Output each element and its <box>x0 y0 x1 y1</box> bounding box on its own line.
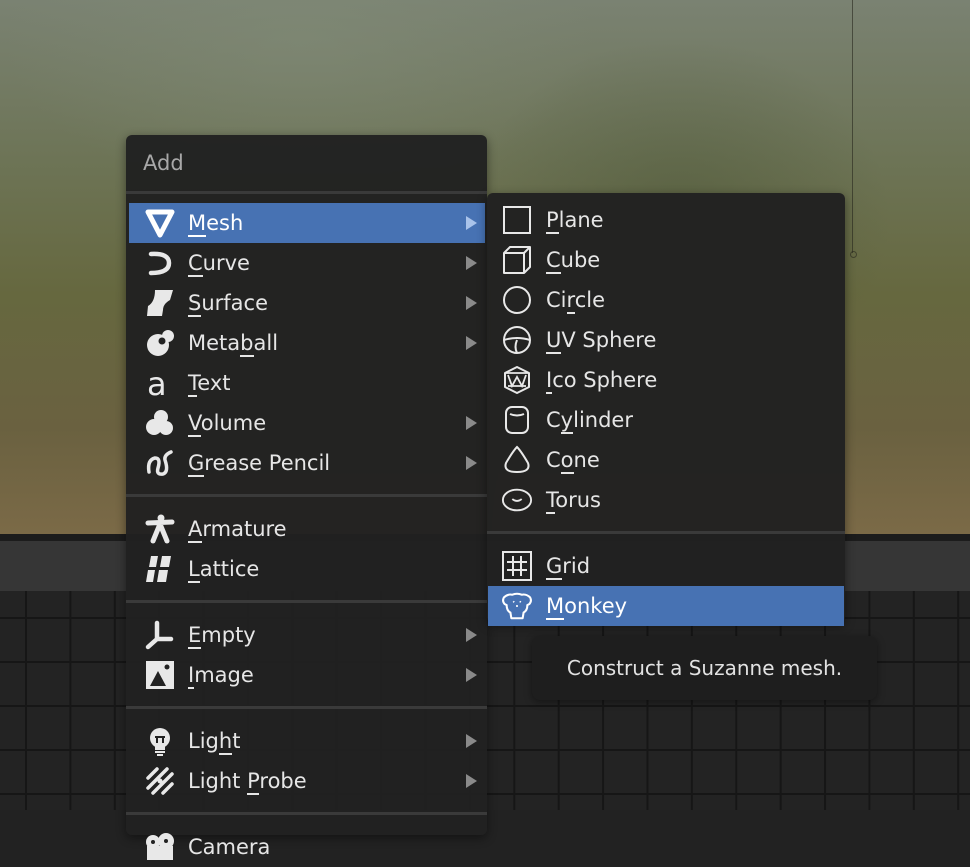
add-menu-item-camera[interactable]: Camera <box>129 827 485 867</box>
submenu-arrow-icon <box>466 256 477 270</box>
grid-icon <box>501 550 533 582</box>
menu-item-label: Cube <box>546 248 601 274</box>
image-icon <box>144 659 176 691</box>
add-menu-item-lattice[interactable]: Lattice <box>129 549 485 589</box>
menu-item-label: Camera <box>188 835 271 859</box>
camera-icon <box>144 831 176 863</box>
cube-icon <box>501 244 533 276</box>
text-icon: a <box>144 367 176 399</box>
menu-item-label: Lattice <box>188 557 260 583</box>
uv-sphere-icon <box>501 324 533 356</box>
plane-icon <box>501 204 533 236</box>
mesh-icon <box>144 207 176 239</box>
submenu-arrow-icon <box>466 628 477 642</box>
submenu-arrow-icon <box>466 296 477 310</box>
mesh-submenu-item-circle[interactable]: Circle <box>488 280 844 320</box>
add-menu-item-grease-pencil[interactable]: Grease Pencil <box>129 443 485 483</box>
add-menu-item-empty[interactable]: Empty <box>129 615 485 655</box>
submenu-arrow-icon <box>466 456 477 470</box>
menu-item-label: Light Probe <box>188 769 307 795</box>
add-menu-item-mesh[interactable]: Mesh <box>129 203 485 243</box>
add-menu-item-text[interactable]: a Text <box>129 363 485 403</box>
add-menu-item-armature[interactable]: Armature <box>129 509 485 549</box>
tooltip: Construct a Suzanne mesh. <box>532 636 877 700</box>
add-menu-item-metaball[interactable]: Metaball <box>129 323 485 363</box>
volume-icon <box>144 407 176 439</box>
circle-icon <box>501 284 533 316</box>
add-menu-item-light[interactable]: Light <box>129 721 485 761</box>
menu-item-label: UV Sphere <box>546 328 657 354</box>
grease-pencil-icon <box>144 447 176 479</box>
submenu-arrow-icon <box>466 216 477 230</box>
menu-item-label: Text <box>188 371 231 397</box>
mesh-submenu-item-monkey[interactable]: Monkey <box>488 586 844 626</box>
metaball-icon <box>144 327 176 359</box>
cylinder-icon <box>501 404 533 436</box>
menu-item-label: Plane <box>546 208 604 234</box>
add-menu: Add Mesh Curve Surface Metaball a Text Volume G… <box>126 135 487 860</box>
add-menu-item-volume[interactable]: Volume <box>129 403 485 443</box>
menu-item-label: Metaball <box>188 331 279 357</box>
menu-item-label: Surface <box>188 291 269 317</box>
menu-item-label: Armature <box>188 517 287 543</box>
mesh-submenu-item-cylinder[interactable]: Cylinder <box>488 400 844 440</box>
menu-item-label: Ico Sphere <box>546 368 658 394</box>
menu-title: Add <box>143 151 184 175</box>
menu-item-label: Grid <box>546 554 591 580</box>
empty-icon <box>144 619 176 651</box>
svg-text:a: a <box>147 368 167 398</box>
menu-item-label: Light <box>188 729 241 755</box>
torus-icon <box>501 484 533 516</box>
mesh-submenu-item-cone[interactable]: Cone <box>488 440 844 480</box>
tooltip-text: Construct a Suzanne mesh. <box>566 656 843 680</box>
submenu-arrow-icon <box>466 336 477 350</box>
submenu-arrow-icon <box>466 668 477 682</box>
viewport-guide-line <box>852 0 853 253</box>
add-menu-item-surface[interactable]: Surface <box>129 283 485 323</box>
submenu-arrow-icon <box>466 734 477 748</box>
menu-item-label: Torus <box>546 488 601 514</box>
monkey-icon <box>501 590 533 622</box>
add-menu-item-image[interactable]: Image <box>129 655 485 695</box>
menu-item-label: Cone <box>546 448 600 474</box>
add-menu-item-light-probe[interactable]: Light Probe <box>129 761 485 801</box>
menu-item-label: Cylinder <box>546 408 633 434</box>
armature-icon <box>144 513 176 545</box>
mesh-submenu-item-torus[interactable]: Torus <box>488 480 844 520</box>
mesh-submenu-item-cube[interactable]: Cube <box>488 240 844 280</box>
mesh-submenu-item-uv-sphere[interactable]: UV Sphere <box>488 320 844 360</box>
menu-item-label: Image <box>188 663 254 689</box>
menu-item-label: Curve <box>188 251 250 277</box>
menu-item-label: Grease Pencil <box>188 451 331 477</box>
surface-icon <box>144 287 176 319</box>
lattice-icon <box>144 553 176 585</box>
menu-item-label: Empty <box>188 623 256 649</box>
mesh-submenu: Plane Cube Circle UV Sphere Ico Sphere Cylind… <box>487 193 845 626</box>
curve-icon <box>144 247 176 279</box>
menu-item-label: Circle <box>546 288 605 314</box>
mesh-submenu-item-plane[interactable]: Plane <box>488 200 844 240</box>
menu-item-label: Mesh <box>188 211 244 237</box>
menu-item-label: Volume <box>188 411 267 437</box>
add-menu-item-curve[interactable]: Curve <box>129 243 485 283</box>
ico-sphere-icon <box>501 364 533 396</box>
viewport-guide-dot <box>850 251 857 258</box>
mesh-submenu-item-grid[interactable]: Grid <box>488 546 844 586</box>
light-probe-icon <box>144 765 176 797</box>
submenu-arrow-icon <box>466 416 477 430</box>
mesh-submenu-item-ico-sphere[interactable]: Ico Sphere <box>488 360 844 400</box>
cone-icon <box>501 444 533 476</box>
submenu-arrow-icon <box>466 774 477 788</box>
light-icon <box>144 725 176 757</box>
menu-item-label: Monkey <box>546 594 628 620</box>
